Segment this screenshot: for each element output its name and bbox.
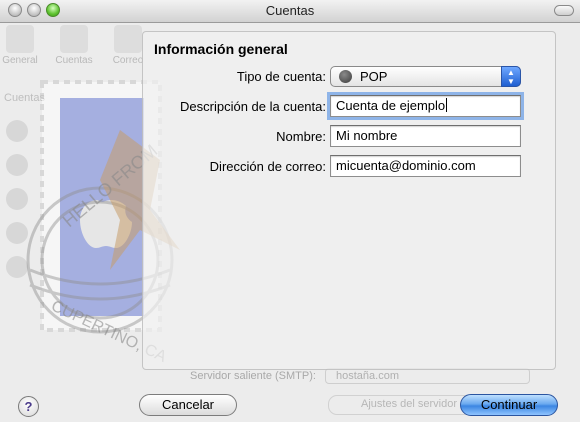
account-description-label: Descripción de la cuenta: xyxy=(180,99,326,114)
popup-arrows-icon: ▲ ▼ xyxy=(501,66,521,87)
section-title: Información general xyxy=(154,41,288,57)
text-caret xyxy=(446,98,448,112)
email-address-input[interactable]: micuenta@dominio.com xyxy=(330,155,521,177)
account-type-popup[interactable]: POP ▲ ▼ xyxy=(330,66,521,87)
account-description-input[interactable]: Cuenta de ejemplo xyxy=(327,92,524,120)
email-address-label: Dirección de correo: xyxy=(209,159,326,174)
account-type-value: POP xyxy=(360,69,388,84)
full-name-value: Mi nombre xyxy=(336,128,398,143)
bg-smtp-field: hostaña.com xyxy=(325,368,530,384)
title-bar: Cuentas xyxy=(0,0,580,23)
help-button[interactable]: ? xyxy=(18,396,39,417)
general-icon xyxy=(6,25,34,53)
account-type-label: Tipo de cuenta: xyxy=(236,69,326,84)
cancel-button[interactable]: Cancelar xyxy=(139,394,237,416)
full-name-label: Nombre: xyxy=(276,129,326,144)
mail-icon xyxy=(114,25,142,53)
toolbar-toggle-button[interactable] xyxy=(554,5,574,16)
account-description-value: Cuenta de ejemplo xyxy=(336,98,446,113)
continue-button[interactable]: Continuar xyxy=(460,394,558,416)
full-name-input[interactable]: Mi nombre xyxy=(330,125,521,147)
globe-icon xyxy=(339,70,352,83)
at-sign-icon xyxy=(60,25,88,53)
window-title: Cuentas xyxy=(265,3,315,18)
email-address-value: micuenta@dominio.com xyxy=(336,158,476,173)
